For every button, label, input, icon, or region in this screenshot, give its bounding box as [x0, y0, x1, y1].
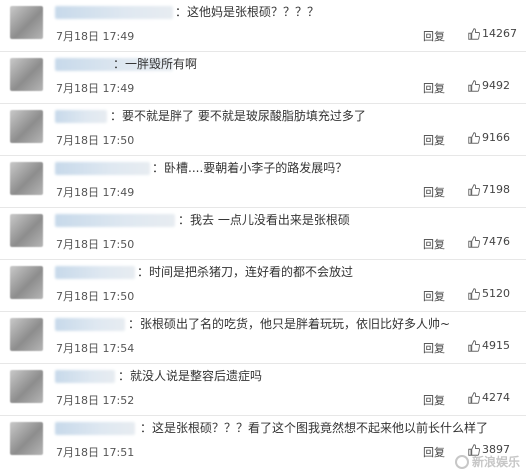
reply-button[interactable]: 回复 [423, 28, 445, 44]
avatar[interactable] [10, 370, 43, 403]
comment-item: ：就没人说是整容后遗症吗 7月18日 17:52 回复 4274 [0, 364, 526, 416]
reply-button[interactable]: 回复 [423, 132, 445, 148]
comment-time: 7月18日 17:52 [56, 394, 135, 407]
like-button[interactable]: 5120 [468, 287, 510, 300]
like-button[interactable]: 14267 [468, 27, 517, 40]
comment-item: ：这是张根硕？？？看了这个图我竟然想不起来他以前长什么样了 7月18日 17:5… [0, 416, 526, 468]
like-count: 7198 [482, 183, 510, 196]
comment-item: ：一胖毁所有啊 7月18日 17:49 回复 9492 [0, 52, 526, 104]
thumbs-up-icon [468, 391, 480, 404]
comment-text: ：一胖毁所有啊 [113, 57, 198, 71]
thumbs-up-icon [468, 287, 480, 300]
like-count: 4915 [482, 339, 510, 352]
username[interactable] [55, 318, 125, 331]
thumbs-up-icon [468, 235, 480, 248]
avatar[interactable] [10, 422, 43, 455]
comment-time: 7月18日 17:50 [56, 134, 135, 147]
reply-button[interactable]: 回复 [423, 340, 445, 356]
comment-time: 7月18日 17:50 [56, 290, 135, 303]
comment-time: 7月18日 17:54 [56, 342, 135, 355]
like-button[interactable]: 4274 [468, 391, 510, 404]
like-button[interactable]: 7476 [468, 235, 510, 248]
like-button[interactable]: 9492 [468, 79, 510, 92]
comment-text: ：这是张根硕？？？看了这个图我竟然想不起来他以前长什么样了 [140, 421, 489, 435]
comment-item: ：我去 一点儿没看出来是张根硕 7月18日 17:50 回复 7476 [0, 208, 526, 260]
thumbs-up-icon [468, 183, 480, 196]
username[interactable] [55, 110, 107, 123]
comment-time: 7月18日 17:50 [56, 238, 135, 251]
thumbs-up-icon [468, 131, 480, 144]
comment-time: 7月18日 17:49 [56, 82, 135, 95]
like-button[interactable]: 9166 [468, 131, 510, 144]
comment-item: ：要不就是胖了 要不就是玻尿酸脂肪填充过多了 7月18日 17:50 回复 91… [0, 104, 526, 156]
like-button[interactable]: 7198 [468, 183, 510, 196]
reply-button[interactable]: 回复 [423, 236, 445, 252]
comment-item: ：卧槽....要朝着小李子的路发展吗？ 7月18日 17:49 回复 7198 [0, 156, 526, 208]
like-count: 9492 [482, 79, 510, 92]
username[interactable] [55, 370, 115, 383]
username[interactable] [55, 6, 173, 19]
thumbs-up-icon [468, 27, 480, 40]
comment-item: ：时间是把杀猪刀，连好看的都不会放过 7月18日 17:50 回复 5120 [0, 260, 526, 312]
reply-button[interactable]: 回复 [423, 444, 445, 460]
comment-list: ：这他妈是张根硕？？？？ 7月18日 17:49 回复 14267 ：一胖毁所有… [0, 0, 526, 475]
thumbs-up-icon [468, 79, 480, 92]
comment-time: 7月18日 17:49 [56, 186, 135, 199]
avatar[interactable] [10, 214, 43, 247]
username[interactable] [55, 162, 150, 175]
comment-text: ：时间是把杀猪刀，连好看的都不会放过 [137, 265, 354, 279]
avatar[interactable] [10, 58, 43, 91]
watermark: 新浪娱乐 [454, 453, 520, 470]
comment-item: ：这他妈是张根硕？？？？ 7月18日 17:49 回复 14267 [0, 0, 526, 52]
weibo-logo-icon [454, 454, 469, 469]
reply-button[interactable]: 回复 [423, 80, 445, 96]
comment-item: ：张根硕出了名的吃货，他只是胖着玩玩，依旧比好多人帅~ 7月18日 17:54 … [0, 312, 526, 364]
comment-text: ：就没人说是整容后遗症吗 [118, 369, 263, 383]
thumbs-up-icon [468, 339, 480, 352]
like-count: 4274 [482, 391, 510, 404]
like-count: 9166 [482, 131, 510, 144]
comment-text: ：我去 一点儿没看出来是张根硕 [178, 213, 350, 227]
avatar[interactable] [10, 6, 43, 39]
like-count: 14267 [482, 27, 517, 40]
username[interactable] [55, 214, 175, 227]
comment-time: 7月18日 17:51 [56, 446, 135, 459]
username[interactable] [55, 422, 135, 435]
reply-button[interactable]: 回复 [423, 392, 445, 408]
avatar[interactable] [10, 266, 43, 299]
like-button[interactable]: 4915 [468, 339, 510, 352]
username[interactable] [55, 266, 135, 279]
comment-text: ：卧槽....要朝着小李子的路发展吗？ [152, 161, 348, 175]
reply-button[interactable]: 回复 [423, 184, 445, 200]
comment-time: 7月18日 17:49 [56, 30, 135, 43]
avatar[interactable] [10, 318, 43, 351]
reply-button[interactable]: 回复 [423, 288, 445, 304]
comment-text: ：要不就是胖了 要不就是玻尿酸脂肪填充过多了 [110, 109, 366, 123]
like-count: 5120 [482, 287, 510, 300]
watermark-text: 新浪娱乐 [471, 455, 520, 469]
avatar[interactable] [10, 162, 43, 195]
like-count: 7476 [482, 235, 510, 248]
comment-text: ：这他妈是张根硕？？？？ [175, 5, 320, 19]
comment-text: ：张根硕出了名的吃货，他只是胖着玩玩，依旧比好多人帅~ [128, 317, 451, 331]
avatar[interactable] [10, 110, 43, 143]
